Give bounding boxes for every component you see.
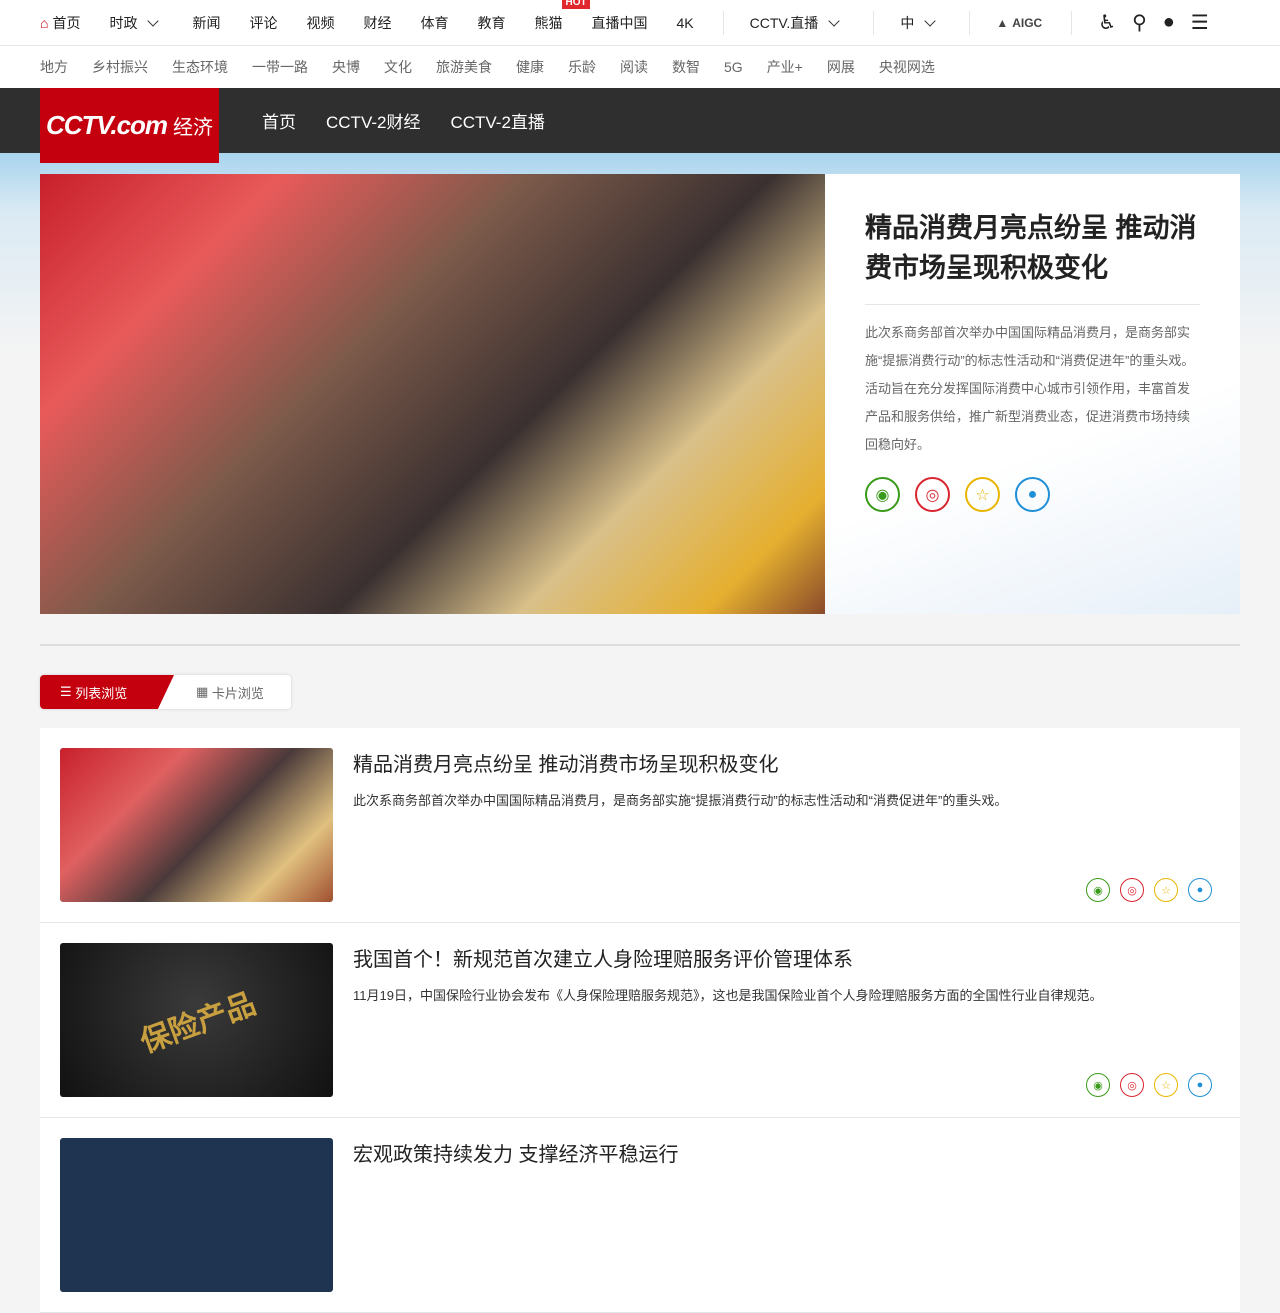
channel-nav-cctv2[interactable]: CCTV-2财经: [326, 108, 420, 133]
hero-article: 精品消费月亮点纷呈 推动消费市场呈现积极变化 此次系商务部首次举办中国国际精品消…: [40, 174, 1240, 614]
nav-education[interactable]: 教育: [477, 13, 505, 33]
list-item: 保险产品 我国首个！新规范首次建立人身险理赔服务评价管理体系 11月19日，中国…: [40, 923, 1240, 1118]
aigc-link[interactable]: ▲ AIGC: [996, 16, 1042, 30]
chevron-down-icon: [924, 14, 936, 27]
subnav-item[interactable]: 网展: [827, 57, 855, 77]
user-icon[interactable]: ●: [1163, 11, 1175, 34]
hot-badge: HOT: [562, 0, 590, 9]
wechat-icon[interactable]: ◉: [1086, 1073, 1110, 1097]
nav-sports[interactable]: 体育: [420, 13, 448, 33]
language-select[interactable]: 中: [900, 13, 940, 33]
grid-icon: ▦: [196, 684, 212, 699]
hero-summary: 此次系商务部首次举办中国国际精品消费月，是商务部实施“提振消费行动”的标志性活动…: [865, 325, 1195, 452]
top-nav: ⌂ 首页 时政 新闻 评论 视频 财经 体育 教育 熊猫 HOT 直播中国 4K C…: [0, 0, 1280, 46]
article-title[interactable]: 宏观政策持续发力 支撑经济平稳运行: [353, 1138, 679, 1167]
article-title[interactable]: 精品消费月亮点纷呈 推动消费市场呈现积极变化: [353, 748, 779, 777]
section-divider: [40, 644, 1240, 646]
article-thumbnail[interactable]: 保险产品: [60, 943, 333, 1097]
share-bar: ◉ ◎ ☆ ●: [1086, 1073, 1212, 1097]
weibo-icon[interactable]: ◎: [1120, 1073, 1144, 1097]
subnav-item[interactable]: 健康: [516, 57, 544, 77]
star-icon[interactable]: ☆: [965, 477, 1000, 512]
nav-comment[interactable]: 评论: [249, 13, 277, 33]
article-title[interactable]: 我国首个！新规范首次建立人身险理赔服务评价管理体系: [353, 943, 853, 972]
subnav-item[interactable]: 央视网选: [879, 57, 935, 77]
subnav-item[interactable]: 一带一路: [252, 57, 308, 77]
nav-home[interactable]: ⌂ 首页: [40, 13, 80, 33]
article-summary: 此次系商务部首次举办中国国际精品消费月，是商务部实施“提振消费行动”的标志性活动…: [353, 793, 1008, 808]
nav-politics[interactable]: 时政: [109, 13, 163, 33]
channel-bar: CCTV.com 经济 首页 CCTV-2财经 CCTV-2直播: [0, 88, 1280, 163]
channel-nav-cctv2-live[interactable]: CCTV-2直播: [450, 108, 544, 133]
view-toggle: ☰ 列表浏览 ▦ 卡片浏览: [40, 675, 291, 709]
divider: [722, 10, 724, 35]
nav-cctv-live[interactable]: CCTV.直播: [750, 13, 845, 33]
accessibility-icon[interactable]: ♿: [1098, 10, 1116, 35]
list-icon: ☰: [60, 684, 76, 699]
share-bar: ◉ ◎ ☆ ●: [865, 477, 1200, 512]
tab-list-view[interactable]: ☰ 列表浏览: [40, 675, 174, 709]
divider: [969, 10, 971, 35]
article-thumbnail[interactable]: [60, 1138, 333, 1292]
subnav-item[interactable]: 生态环境: [172, 57, 228, 77]
article-list: 精品消费月亮点纷呈 推动消费市场呈现积极变化 此次系商务部首次举办中国国际精品消…: [40, 728, 1240, 1313]
nav-news[interactable]: 新闻: [192, 13, 220, 33]
article-thumbnail[interactable]: [60, 748, 333, 902]
subnav-item[interactable]: 文化: [384, 57, 412, 77]
subnav-item[interactable]: 阅读: [620, 57, 648, 77]
weibo-icon[interactable]: ◎: [1120, 878, 1144, 902]
nav-video[interactable]: 视频: [306, 13, 334, 33]
sub-nav: 地方 乡村振兴 生态环境 一带一路 央博 文化 旅游美食 健康 乐龄 阅读 数智…: [0, 46, 1280, 88]
aigc-icon: ▲: [996, 15, 1009, 30]
cctv-economy-logo[interactable]: CCTV.com 经济: [40, 88, 219, 163]
qq-icon[interactable]: ●: [1015, 477, 1050, 512]
channel-nav-home[interactable]: 首页: [262, 108, 296, 133]
weibo-icon[interactable]: ◎: [915, 477, 950, 512]
hero-title[interactable]: 精品消费月亮点纷呈 推动消费市场呈现积极变化: [865, 208, 1200, 305]
qq-icon[interactable]: ●: [1188, 1073, 1212, 1097]
subnav-item[interactable]: 乐龄: [568, 57, 596, 77]
search-icon[interactable]: ⚲: [1132, 10, 1147, 35]
list-item: 宏观政策持续发力 支撑经济平稳运行: [40, 1118, 1240, 1313]
star-icon[interactable]: ☆: [1154, 1073, 1178, 1097]
article-summary: 11月19日，中国保险行业协会发布《人身保险理赔服务规范》，这也是我国保险业首个…: [353, 988, 1103, 1003]
subnav-item[interactable]: 5G: [724, 59, 743, 75]
star-icon[interactable]: ☆: [1154, 878, 1178, 902]
subnav-item[interactable]: 地方: [40, 57, 68, 77]
wechat-icon[interactable]: ◉: [865, 477, 900, 512]
chevron-down-icon: [147, 14, 160, 27]
nav-4k[interactable]: 4K: [676, 15, 693, 31]
share-bar: ◉ ◎ ☆ ●: [1086, 878, 1212, 902]
nav-panda[interactable]: 熊猫 HOT: [534, 0, 590, 33]
qq-icon[interactable]: ●: [1188, 878, 1212, 902]
subnav-item[interactable]: 乡村振兴: [92, 57, 148, 77]
subnav-item[interactable]: 央博: [332, 57, 360, 77]
divider: [1071, 10, 1073, 35]
subnav-item[interactable]: 旅游美食: [436, 57, 492, 77]
nav-finance[interactable]: 财经: [363, 13, 391, 33]
menu-icon[interactable]: ☰: [1191, 10, 1209, 35]
nav-live-china[interactable]: 直播中国: [591, 13, 647, 33]
wechat-icon[interactable]: ◉: [1086, 878, 1110, 902]
home-icon: ⌂: [40, 14, 49, 31]
chevron-down-icon: [828, 14, 840, 27]
list-item: 精品消费月亮点纷呈 推动消费市场呈现积极变化 此次系商务部首次举办中国国际精品消…: [40, 728, 1240, 923]
divider: [873, 10, 875, 35]
subnav-item[interactable]: 数智: [672, 57, 700, 77]
subnav-item[interactable]: 产业+: [767, 57, 803, 77]
hero-image[interactable]: [40, 174, 825, 614]
channel-nav: 首页 CCTV-2财经 CCTV-2直播: [262, 88, 545, 153]
tab-card-view[interactable]: ▦ 卡片浏览: [174, 675, 291, 709]
